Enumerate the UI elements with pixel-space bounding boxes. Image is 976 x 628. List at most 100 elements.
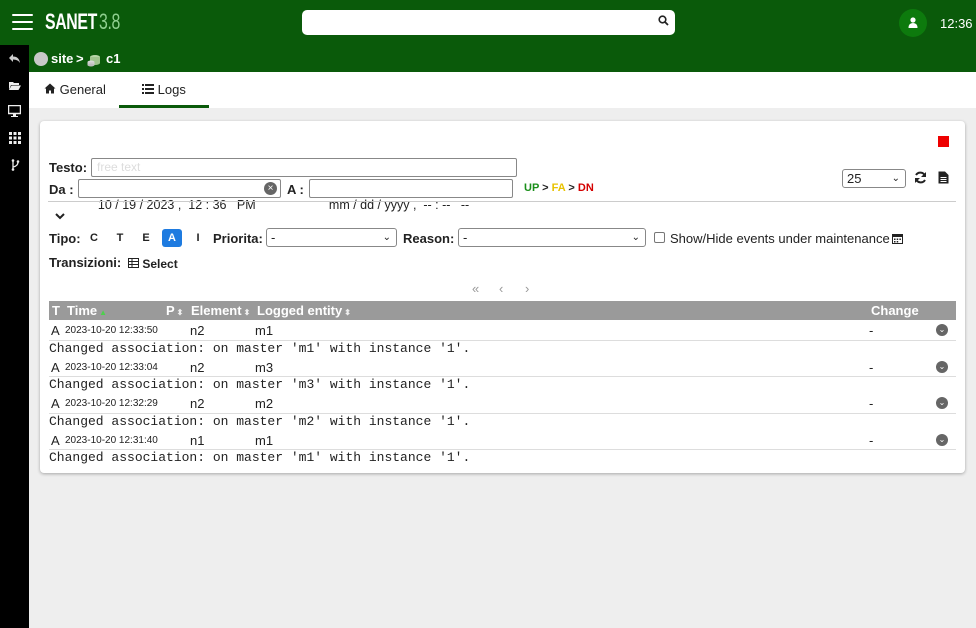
tipo-t-button[interactable]: T: [110, 229, 130, 247]
row-element: n2: [190, 323, 205, 338]
chevron-down-icon: ⌄: [891, 173, 900, 184]
priorita-label: Priorita:: [213, 231, 263, 246]
pager-next[interactable]: ›: [525, 281, 529, 296]
column-header-change[interactable]: Change: [871, 303, 919, 318]
row-entity: m2: [255, 396, 274, 411]
table-row[interactable]: A 2023-10-20 12:33:04 n2 m3 - ⌄: [49, 358, 956, 376]
clear-icon[interactable]: ×: [264, 182, 277, 195]
stop-icon[interactable]: [938, 136, 949, 147]
state-fa: FA: [551, 182, 566, 194]
sort-icon: ⬍: [344, 308, 351, 317]
tab-general-label: General: [59, 82, 106, 97]
testo-label: Testo:: [49, 160, 88, 175]
state-transition-legend: UP > FA > DN: [524, 182, 594, 194]
row-type: A: [51, 396, 60, 411]
tab-logs[interactable]: Logs: [119, 72, 209, 108]
column-header-element[interactable]: Element ⬍: [191, 303, 250, 318]
breadcrumb-node[interactable]: c1: [106, 51, 120, 66]
priorita-value: -: [271, 230, 276, 245]
column-header-time[interactable]: Time ▲: [67, 303, 107, 318]
row-entity: m1: [255, 323, 274, 338]
expand-chevron-icon[interactable]: ⌄: [936, 434, 948, 446]
user-icon[interactable]: [899, 9, 927, 37]
row-change: -: [869, 396, 874, 411]
row-type: A: [51, 433, 60, 448]
row-change: -: [869, 360, 874, 375]
column-header-element-label: Element: [191, 303, 242, 318]
tipo-c-button[interactable]: C: [84, 229, 104, 247]
divider: [48, 201, 956, 202]
table-row[interactable]: A 2023-10-20 12:33:50 n2 m1 - ⌄: [49, 321, 956, 339]
row-time: 2023-10-20 12:33:50: [65, 325, 158, 336]
expand-chevron-icon[interactable]: ⌄: [936, 361, 948, 373]
pager-first[interactable]: «: [472, 281, 479, 296]
calendar-icon[interactable]: [892, 232, 903, 247]
search-icon[interactable]: [658, 15, 669, 29]
transizioni-select-button[interactable]: Select: [128, 257, 178, 271]
row-element: n2: [190, 360, 205, 375]
top-bar: SANET3.8 12:36: [0, 0, 976, 45]
sort-icon: ⬍: [243, 308, 251, 317]
breadcrumb-site[interactable]: site: [51, 51, 73, 66]
row-time: 2023-10-20 12:32:29: [65, 398, 158, 409]
tipo-a-button[interactable]: A: [162, 229, 182, 247]
export-icon[interactable]: [938, 171, 949, 187]
hamburger-icon[interactable]: [12, 14, 33, 31]
grid-icon[interactable]: [0, 132, 29, 147]
collapse-chevron-icon[interactable]: [55, 208, 65, 223]
chevron-down-icon: ⌄: [631, 232, 640, 243]
tipo-i-button[interactable]: I: [188, 229, 208, 247]
transizioni-select-label: Select: [142, 257, 178, 271]
tipo-e-button[interactable]: E: [136, 229, 156, 247]
a-datetime-input[interactable]: mm / dd / yyyy , -- : -- --: [309, 179, 513, 212]
app-logo[interactable]: SANET3.8: [45, 9, 120, 35]
expand-chevron-icon[interactable]: ⌄: [936, 324, 948, 336]
table-icon: [128, 258, 139, 268]
page-size-select[interactable]: 25 ⌄: [842, 169, 906, 188]
priorita-select[interactable]: - ⌄: [266, 228, 397, 247]
chevron-down-icon: ⌄: [382, 232, 391, 243]
a-label: A :: [287, 182, 304, 197]
expand-chevron-icon[interactable]: ⌄: [936, 397, 948, 409]
column-header-time-label: Time: [67, 303, 98, 318]
column-header-entity-label: Logged entity: [257, 303, 343, 318]
tab-general[interactable]: General: [44, 72, 120, 108]
maintenance-checkbox[interactable]: [654, 232, 665, 243]
row-type: A: [51, 323, 60, 338]
table-row[interactable]: A 2023-10-20 12:31:40 n1 m1 - ⌄: [49, 431, 956, 449]
globe-icon: [34, 52, 48, 66]
search-input[interactable]: [302, 10, 647, 35]
desktop-icon[interactable]: [0, 104, 29, 120]
row-detail: Changed association: on master 'm1' with…: [49, 450, 471, 465]
column-header-t[interactable]: T: [52, 303, 60, 318]
breadcrumb: site > c1: [29, 45, 976, 72]
column-header-entity[interactable]: Logged entity ⬍: [257, 303, 351, 318]
logs-panel: Testo: free text Da : 10 / 19 / 2023 , 1…: [40, 121, 965, 473]
table-row[interactable]: A 2023-10-20 12:32:29 n2 m2 - ⌄: [49, 394, 956, 412]
branch-icon[interactable]: [0, 159, 29, 174]
reply-icon[interactable]: [0, 52, 29, 67]
tipo-label: Tipo:: [49, 231, 81, 246]
sort-asc-icon: ▲: [99, 308, 108, 317]
row-detail: Changed association: on master 'm2' with…: [49, 414, 471, 429]
column-header-p-label: P: [166, 303, 175, 318]
row-time: 2023-10-20 12:31:40: [65, 435, 158, 446]
row-time: 2023-10-20 12:33:04: [65, 362, 158, 373]
reason-label: Reason:: [403, 231, 455, 246]
app-name: SANET: [45, 9, 97, 34]
testo-input[interactable]: free text: [91, 158, 517, 177]
clock: 12:36: [940, 16, 973, 31]
refresh-icon[interactable]: [914, 171, 927, 187]
pager-prev[interactable]: ‹: [499, 281, 503, 296]
da-label: Da :: [49, 182, 74, 197]
da-datetime-input[interactable]: 10 / 19 / 2023 , 12 : 36 PM ×: [78, 179, 281, 212]
row-entity: m3: [255, 360, 274, 375]
list-icon: [142, 84, 154, 94]
row-type: A: [51, 360, 60, 375]
state-dn: DN: [577, 182, 594, 194]
folder-open-icon[interactable]: [0, 79, 29, 94]
row-element: n1: [190, 433, 205, 448]
column-header-p[interactable]: P ⬍: [166, 303, 183, 318]
state-up: UP: [524, 182, 540, 194]
reason-select[interactable]: - ⌄: [458, 228, 646, 247]
